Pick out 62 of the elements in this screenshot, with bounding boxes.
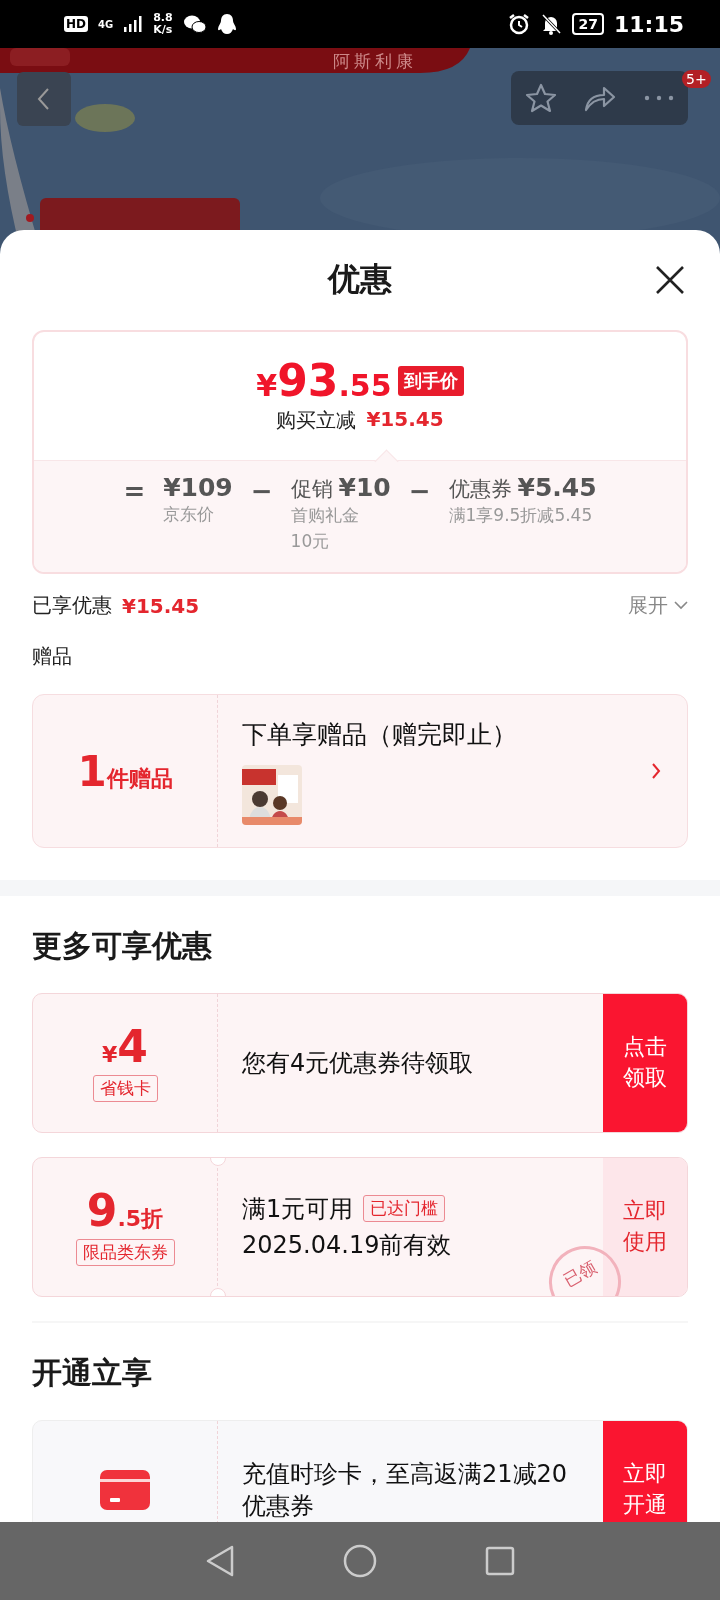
gifts-heading: 赠品 [32, 643, 73, 670]
breakdown-note: 满1享9.5折减5.45 [448, 504, 594, 527]
gift-title: 下单享赠品（赠完即止） [242, 718, 517, 751]
offer-value: ¥4 [102, 1024, 148, 1069]
alarm-icon [508, 13, 531, 35]
instant-discount-label: 购买立减 [276, 406, 357, 434]
offer-action-button[interactable]: 立即开通 [603, 1421, 687, 1522]
operator-sign: − [250, 475, 273, 508]
breakdown-label: 优惠券 [448, 476, 512, 503]
offer-description: 满1元可用 [242, 1193, 354, 1225]
offer-description: 2025.04.19前有效 [242, 1230, 452, 1261]
breakdown-note: 10元 [290, 529, 331, 553]
gift-count: 1件赠品 [77, 746, 173, 796]
more-icon [643, 95, 674, 101]
triangle-back-icon [205, 1545, 235, 1577]
breakdown-amount: ¥109 [163, 473, 233, 502]
instant-discount-amount: ¥15.45 [366, 406, 444, 433]
muted-bell-icon [540, 13, 563, 35]
enjoyed-discount-label: 已享优惠 [32, 592, 112, 619]
star-icon [524, 83, 557, 113]
offer-action-button[interactable]: 立即使用 [603, 1158, 687, 1296]
back-icon [37, 87, 51, 111]
offer-type-tag: 省钱卡 [92, 1074, 158, 1102]
chevron-icon [674, 601, 688, 610]
breakdown-amount: ¥10 [338, 473, 391, 502]
final-price: ¥93.55 [256, 358, 392, 403]
signal-icon [123, 16, 144, 32]
offer-action-button[interactable]: 点击领取 [603, 994, 687, 1132]
operator-sign: − [408, 475, 431, 508]
close-icon [655, 265, 685, 295]
clock: 11:15 [613, 11, 684, 37]
breakdown-note: 首购礼金 [290, 504, 360, 527]
threshold-badge: 已达门槛 [363, 1195, 446, 1223]
network-type: 4G [98, 18, 114, 30]
breakdown-label: 促销 [290, 476, 333, 503]
circle-home-icon [343, 1544, 377, 1578]
sheet-title: 优惠 [328, 259, 392, 300]
offer-type-tag: 限品类东券 [75, 1238, 175, 1266]
breakdown-amount: ¥5.45 [517, 473, 597, 502]
chevron-right-icon [652, 763, 661, 779]
offer-value: 9.5折 [86, 1188, 164, 1233]
offer-description: 您有4元优惠券待领取 [242, 1047, 474, 1079]
expand-toggle[interactable]: 展开 [628, 592, 688, 619]
chat-bubbles-icon [182, 14, 207, 34]
more-offers-heading: 更多可享优惠 [32, 927, 213, 965]
final-price-tag: 到手价 [397, 365, 464, 396]
card-icon [100, 1470, 150, 1510]
speed-value: 8.8 [153, 11, 173, 24]
breakdown-note: 京东价 [163, 503, 216, 526]
notification-badge: 5+ [682, 70, 711, 88]
operator-sign: = [123, 475, 146, 508]
enjoyed-discount-amount: ¥15.45 [122, 593, 200, 618]
brand-caption: 阿斯利康 [333, 50, 417, 73]
hd-indicator: HD [64, 16, 88, 32]
gift-card[interactable]: 1件赠品 下单享赠品（赠完即止） [32, 694, 688, 848]
square-recents-icon [485, 1546, 515, 1576]
open-benefits-heading: 开通立享 [32, 1354, 153, 1392]
speed-unit: K/s [153, 24, 173, 37]
offer-description: 充值时珍卡，至高返满21减20优惠券 [242, 1458, 569, 1522]
penguin-icon [216, 13, 237, 35]
battery-indicator: 27 [572, 13, 604, 35]
share-icon [582, 84, 617, 112]
